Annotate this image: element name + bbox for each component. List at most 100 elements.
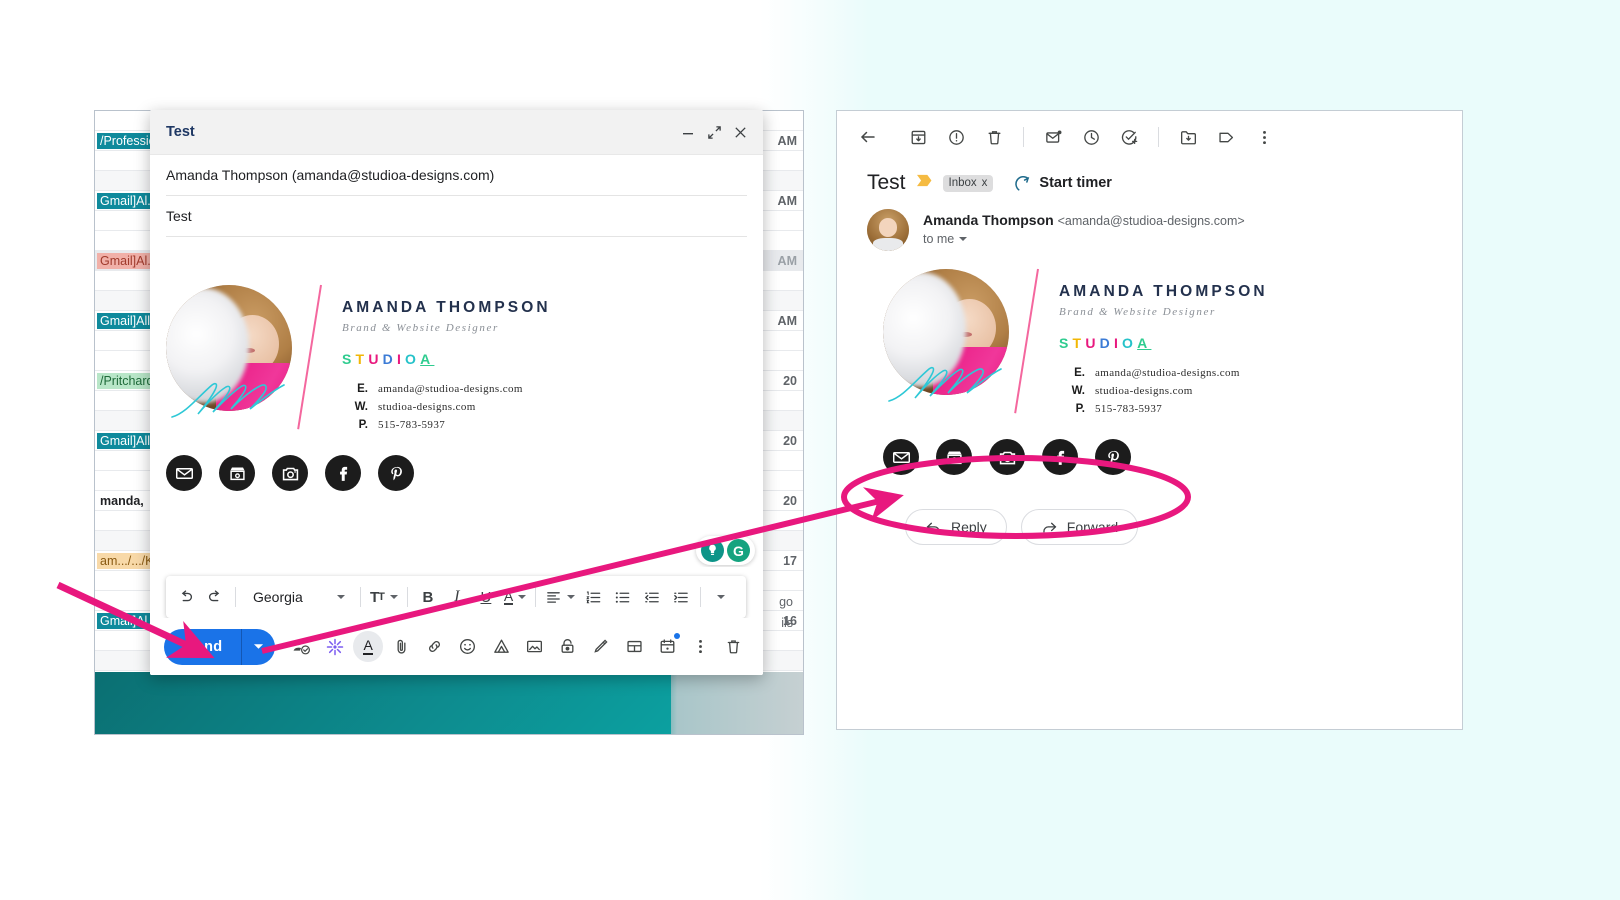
insert-drive-icon[interactable] [486, 631, 516, 662]
signature-info: AMANDA THOMPSON Brand & Website Designer… [316, 285, 747, 437]
list-item-label: manda, [100, 493, 144, 508]
more-format-icon[interactable] [707, 582, 735, 612]
forward-button[interactable]: Forward [1020, 509, 1139, 545]
start-timer-button[interactable]: Start timer [1013, 174, 1112, 193]
email-icon[interactable] [166, 455, 202, 491]
signature-contact-key: E. [1074, 367, 1085, 379]
signature-social-links[interactable] [166, 455, 747, 491]
redo-icon[interactable] [201, 582, 229, 612]
subject-field[interactable]: Test [166, 196, 747, 237]
facebook-icon[interactable] [1042, 439, 1078, 475]
font-family-value: Georgia [253, 589, 303, 605]
back-icon[interactable] [851, 120, 885, 154]
text-color-icon[interactable]: A [501, 582, 529, 612]
discard-draft-icon[interactable] [719, 631, 749, 662]
signature-contact-row: E. amanda@studioa-designs.com [342, 383, 747, 395]
recipient-line[interactable]: to me [923, 232, 1245, 246]
signature-contact-value: studioa-designs.com [1095, 385, 1193, 397]
storefront-icon[interactable] [936, 439, 972, 475]
signature-contacts: E. amanda@studioa-designs.com W. studioa-de… [342, 383, 747, 431]
signature-role: Brand & Website Designer [1059, 306, 1216, 318]
list-item-date: 20 [783, 373, 797, 388]
more-icon[interactable] [1247, 120, 1281, 154]
ai-assist-icon[interactable] [320, 631, 350, 662]
insert-photo-icon[interactable] [519, 631, 549, 662]
send-options-icon[interactable] [241, 628, 274, 665]
signature-social-links[interactable] [883, 439, 1462, 475]
signature-role: Brand & Website Designer [342, 322, 499, 334]
important-marker-icon[interactable] [916, 173, 933, 193]
attach-file-icon[interactable] [386, 631, 416, 662]
more-options-icon[interactable] [686, 631, 716, 662]
font-size-icon[interactable]: TT [367, 582, 401, 612]
bulleted-list-icon[interactable] [608, 582, 636, 612]
signature-portrait [166, 285, 292, 411]
send-button[interactable]: Send [164, 628, 275, 665]
insert-table-icon[interactable] [619, 631, 649, 662]
chevron-down-icon [567, 595, 576, 599]
logo-letter: U [1085, 335, 1100, 351]
formatting-toolbar[interactable]: Georgia TT B I U A [166, 576, 746, 618]
text-format-icon[interactable]: A [353, 631, 384, 662]
timer-icon [1015, 175, 1030, 191]
forward-icon [1043, 522, 1057, 532]
italic-icon[interactable]: I [443, 582, 471, 612]
inbox-label-text: Inbox [948, 177, 977, 189]
underline-icon[interactable]: U [472, 582, 500, 612]
compose-body[interactable]: AMANDA THOMPSON Brand & Website Designer… [150, 237, 763, 567]
reading-pane-subject-row: Test Inbox x Start timer [837, 163, 1462, 195]
grammarly-badge[interactable]: G [696, 536, 755, 565]
list-item-date: AM [777, 133, 797, 148]
insert-emoji-icon[interactable] [453, 631, 483, 662]
indent-more-icon[interactable] [666, 582, 694, 612]
insert-link-icon[interactable] [420, 631, 450, 662]
bold-icon[interactable]: B [414, 582, 442, 612]
chevron-down-icon [717, 595, 726, 599]
storefront-icon[interactable] [219, 455, 255, 491]
pinterest-icon[interactable] [1095, 439, 1131, 475]
indent-less-icon[interactable] [637, 582, 665, 612]
schedule-send-icon[interactable] [652, 631, 682, 662]
undo-icon[interactable] [172, 582, 200, 612]
align-icon[interactable] [542, 582, 578, 612]
to-field[interactable]: Amanda Thompson (amanda@studioa-designs.… [166, 155, 747, 196]
minimize-icon[interactable] [675, 119, 701, 145]
insert-signature-icon[interactable] [586, 631, 616, 662]
font-family-select[interactable]: Georgia [242, 582, 354, 612]
chevron-down-icon[interactable] [959, 237, 968, 241]
snooze-icon[interactable] [1074, 120, 1108, 154]
confidential-mode-icon[interactable] [553, 631, 583, 662]
logo-letter: S [342, 351, 356, 367]
popout-icon[interactable] [701, 119, 727, 145]
add-to-tasks-icon[interactable] [1112, 120, 1146, 154]
chevron-down-icon [518, 595, 527, 599]
grammarly-icon[interactable]: G [727, 539, 750, 562]
numbered-list-icon[interactable] [579, 582, 607, 612]
chevron-down-icon [337, 595, 345, 599]
logo-letter: I [396, 351, 406, 367]
avatar[interactable] [867, 209, 909, 251]
pinterest-icon[interactable] [378, 455, 414, 491]
signature-name: AMANDA THOMPSON [342, 299, 551, 316]
label-icon[interactable] [1209, 120, 1243, 154]
archive-icon[interactable] [901, 120, 935, 154]
mark-unread-icon[interactable] [1036, 120, 1070, 154]
move-to-icon[interactable] [1171, 120, 1205, 154]
email-icon[interactable] [883, 439, 919, 475]
report-spam-icon[interactable] [939, 120, 973, 154]
delete-icon[interactable] [977, 120, 1011, 154]
teal-footer-bar [95, 672, 803, 734]
reply-button[interactable]: Reply [905, 509, 1007, 545]
inbox-label-chip[interactable]: Inbox x [942, 174, 994, 192]
close-icon[interactable] [727, 119, 753, 145]
remove-label-icon[interactable]: x [982, 177, 988, 189]
instagram-icon[interactable] [272, 455, 308, 491]
reading-pane-toolbar[interactable] [837, 111, 1462, 163]
logo-letter: A [1137, 335, 1152, 351]
instagram-icon[interactable] [989, 439, 1025, 475]
assistant-icon[interactable] [701, 539, 724, 562]
facebook-icon[interactable] [325, 455, 361, 491]
formatting-options-icon[interactable] [287, 631, 317, 662]
logo-letter: T [355, 351, 369, 367]
signature-contact-row: E. amanda@studioa-designs.com [1059, 367, 1462, 379]
